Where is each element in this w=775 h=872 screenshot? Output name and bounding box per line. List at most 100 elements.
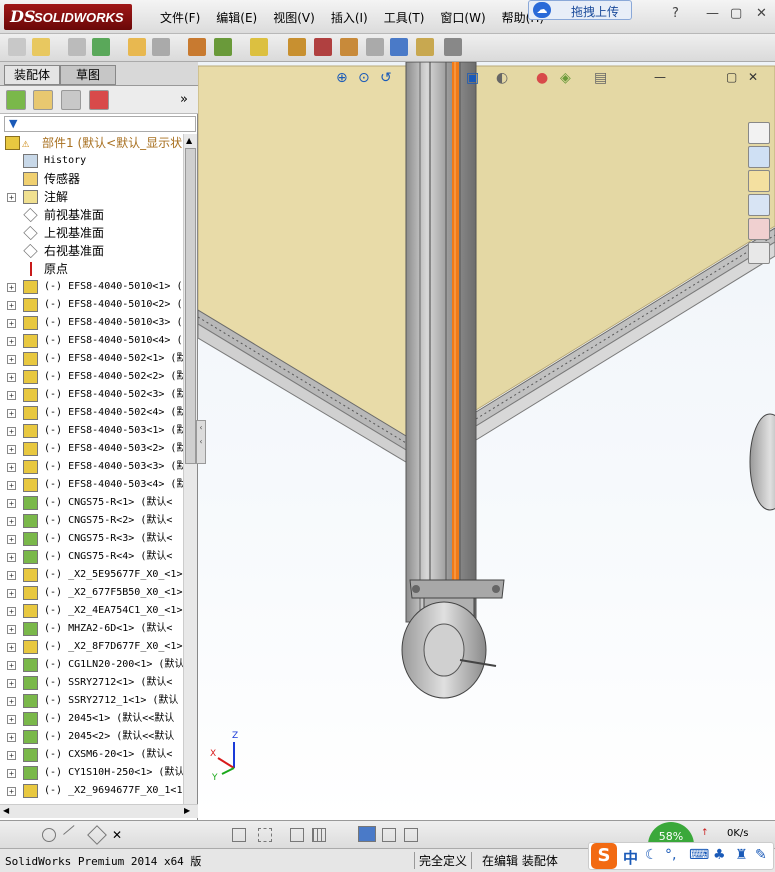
display-style-icon[interactable]: ◐ (496, 70, 508, 86)
expand-toggle-icon[interactable]: + (7, 409, 16, 418)
scene-icon[interactable]: ◈ (560, 70, 571, 86)
featuremanager-icon[interactable] (6, 90, 26, 110)
expand-toggle-icon[interactable]: + (7, 283, 16, 292)
expand-toggle-icon[interactable]: + (7, 445, 16, 454)
tree-item[interactable]: + (-) CY1S10H-250<1> (默认 (0, 764, 183, 782)
keyboard-icon[interactable]: ⌨ (689, 847, 709, 863)
expand-toggle-icon[interactable]: + (7, 769, 16, 778)
viewport-minimize-icon[interactable]: — (654, 70, 666, 84)
viewport-close-icon[interactable]: ✕ (748, 70, 758, 84)
previous-view-icon[interactable]: ↺ (380, 70, 392, 86)
polygon-tool-icon[interactable] (87, 825, 107, 845)
move-component-icon[interactable] (214, 38, 232, 56)
paperclip-icon[interactable] (68, 38, 86, 56)
close-button[interactable]: ✕ (756, 6, 767, 21)
tree-filter[interactable]: ▼ (4, 116, 196, 132)
rectangle-tool-icon[interactable] (232, 828, 246, 842)
tree-item[interactable]: + (-) _X2_677F5B50_X0_<1> (0, 584, 183, 602)
assembly-features-icon[interactable] (288, 38, 306, 56)
menu-edit[interactable]: 编辑(E) (208, 9, 265, 26)
restore-button[interactable]: ▢ (730, 6, 742, 21)
split-view-icon[interactable] (382, 828, 396, 842)
expand-toggle-icon[interactable]: + (7, 733, 16, 742)
tree-item[interactable]: + (-) 2045<1> (默认<<默认 (0, 710, 183, 728)
tree-item[interactable]: 原点 (0, 260, 183, 278)
view-palette-icon[interactable] (748, 194, 770, 216)
instant3d-icon[interactable] (416, 38, 434, 56)
expand-toggle-icon[interactable]: + (7, 589, 16, 598)
propertymanager-icon[interactable] (33, 90, 53, 110)
tree-item[interactable]: + (-) CNGS75-R<1> (默认< (0, 494, 183, 512)
open-icon[interactable] (32, 38, 50, 56)
new-icon[interactable] (8, 38, 26, 56)
tree-item[interactable]: + (-) EFS8-4040-502<4> (默 (0, 404, 183, 422)
tree-item[interactable]: + (-) _X2_5E95677F_X0_<1> (0, 566, 183, 584)
show-hidden-icon[interactable] (250, 38, 268, 56)
expand-toggle-icon[interactable]: + (7, 679, 16, 688)
skin-icon[interactable]: ♣ (713, 847, 726, 863)
appearances-icon[interactable] (748, 218, 770, 240)
expand-toggle-icon[interactable]: + (7, 391, 16, 400)
trim-tool-icon[interactable]: ✕ (112, 828, 126, 842)
expand-toggle-icon[interactable]: + (7, 643, 16, 652)
tree-item[interactable]: + (-) EFS8-4040-502<2> (默 (0, 368, 183, 386)
dimension-icon[interactable] (290, 828, 304, 842)
minimize-button[interactable]: — (706, 6, 719, 21)
drag-upload-button[interactable]: ☁ 拖拽上传 (528, 0, 632, 20)
punctuation-icon[interactable]: °, (665, 847, 676, 863)
expand-toggle-icon[interactable]: + (7, 715, 16, 724)
expand-toggle-icon[interactable]: + (7, 355, 16, 364)
solidworks-logo[interactable]: DS SOLIDWORKS (4, 4, 132, 30)
zoom-to-fit-icon[interactable]: ⊕ (336, 70, 348, 86)
appearance-icon[interactable]: ● (536, 70, 548, 86)
tree-item[interactable]: + (-) EFS8-4040-503<3> (默 (0, 458, 183, 476)
help-button[interactable]: ? (672, 6, 679, 21)
tree-item[interactable]: + (-) CNGS75-R<3> (默认< (0, 530, 183, 548)
tree-item[interactable]: History (0, 152, 183, 170)
tree-item[interactable]: + (-) 2045<2> (默认<<默认 (0, 728, 183, 746)
exploded-view-icon[interactable] (390, 38, 408, 56)
tree-item[interactable]: + 注解 (0, 188, 183, 206)
construction-rect-icon[interactable] (258, 828, 272, 842)
configurationmanager-icon[interactable] (61, 90, 81, 110)
menu-insert[interactable]: 插入(I) (323, 9, 376, 26)
scroll-up-icon[interactable]: ▲ (186, 136, 192, 145)
view-settings-icon[interactable]: ▤ (594, 70, 607, 86)
new-motion-study-icon[interactable] (340, 38, 358, 56)
moon-icon[interactable]: ☾ (645, 847, 658, 863)
tree-item[interactable]: + (-) MHZA2-6D<1> (默认< (0, 620, 183, 638)
line-tool-icon[interactable] (63, 825, 83, 845)
zoom-to-area-icon[interactable]: ⊙ (358, 70, 370, 86)
viewport-restore-icon[interactable]: ▢ (726, 70, 737, 84)
tree-item[interactable]: + (-) CNGS75-R<2> (默认< (0, 512, 183, 530)
tree-item[interactable]: + (-) SSRY2712_1<1> (默认 (0, 692, 183, 710)
menu-window[interactable]: 窗口(W) (432, 9, 493, 26)
home-icon[interactable] (748, 122, 770, 144)
tree-item[interactable]: 前视基准面 (0, 206, 183, 224)
menu-file[interactable]: 文件(F) (152, 9, 208, 26)
settings-wrench-icon[interactable]: ✎ (755, 847, 767, 863)
ime-toolbar[interactable]: S 中 ☾ °, ⌨ ♣ ♜ ✎ (588, 842, 774, 870)
expand-toggle-icon[interactable]: + (7, 499, 16, 508)
expand-toggle-icon[interactable]: + (7, 337, 16, 346)
expand-toggle-icon[interactable]: + (7, 661, 16, 670)
displaymanager-icon[interactable] (89, 90, 109, 110)
bill-of-materials-icon[interactable] (366, 38, 384, 56)
tree-item[interactable]: + (-) EFS8-4040-503<2> (默 (0, 440, 183, 458)
panel-splitter[interactable]: ‹ ‹ (196, 420, 206, 464)
expand-toggle-icon[interactable]: + (7, 517, 16, 526)
expand-toggle-icon[interactable]: + (7, 193, 16, 202)
expand-toggle-icon[interactable]: + (7, 751, 16, 760)
design-library-icon[interactable] (748, 146, 770, 168)
expand-toggle-icon[interactable]: + (7, 697, 16, 706)
ime-language[interactable]: 中 (623, 847, 638, 868)
scroll-thumb[interactable] (185, 148, 196, 464)
graphics-area[interactable]: Z X Y ⊕ ⊙ ↺ ▣ ◐ ● ◈ ▤ — ▢ ✕ (198, 62, 775, 820)
scroll-right-icon[interactable]: ▶ (184, 806, 190, 815)
expand-toggle-icon[interactable]: + (7, 787, 16, 796)
tab-assembly[interactable]: 装配体 (4, 65, 60, 85)
menu-view[interactable]: 视图(V) (265, 9, 323, 26)
expand-toggle-icon[interactable]: + (7, 535, 16, 544)
expand-toggle-icon[interactable]: + (7, 373, 16, 382)
expand-toggle-icon[interactable]: + (7, 625, 16, 634)
